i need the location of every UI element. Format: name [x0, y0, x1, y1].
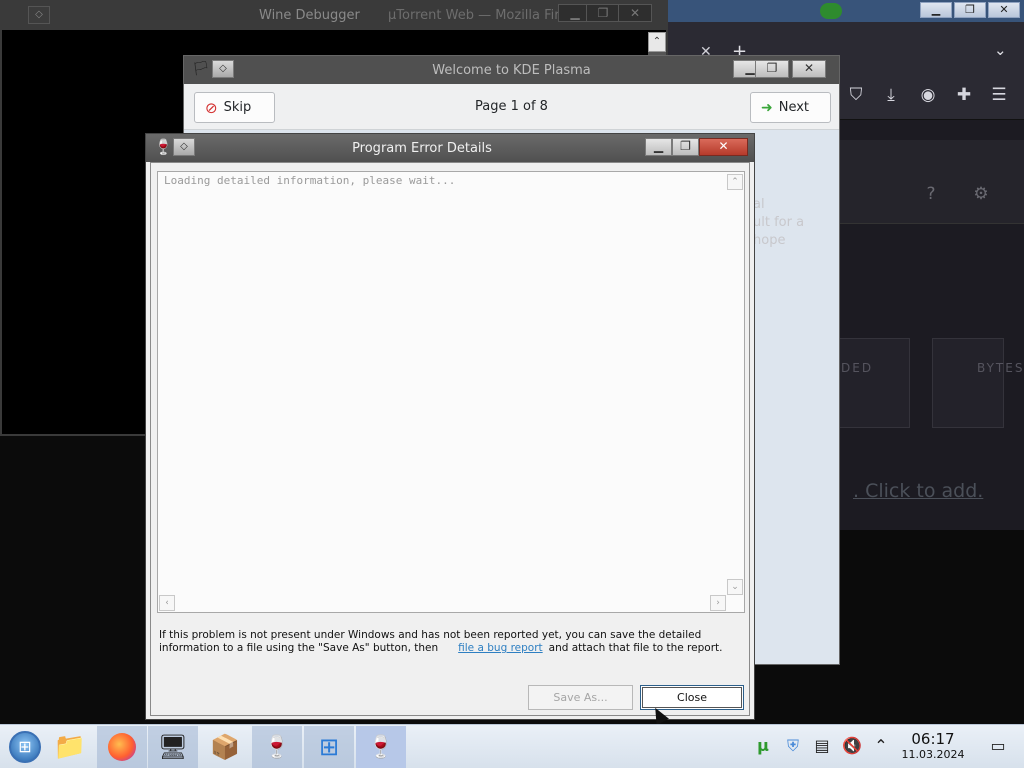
chevron-up-icon[interactable]: ⌃	[870, 735, 892, 757]
page-indicator: Page 1 of 8	[475, 99, 548, 114]
next-label: Next	[778, 100, 810, 115]
taskbar-package[interactable]: 📦	[200, 726, 250, 768]
pocket-icon[interactable]: ⛉	[845, 85, 867, 105]
close-button[interactable]: ✕	[699, 138, 748, 156]
error-details-textarea[interactable]: Loading detailed information, please wai…	[157, 171, 745, 613]
utorrent-logo	[820, 3, 842, 19]
error-dialog-title: Program Error Details	[352, 141, 492, 156]
close-button[interactable]: ✕	[988, 2, 1020, 18]
utorrent-tray-icon[interactable]: µ	[752, 735, 774, 757]
account-icon[interactable]: ◉	[917, 85, 939, 105]
start-button[interactable]: ⊞	[0, 726, 50, 768]
network-tray-icon[interactable]: ⛨	[782, 735, 804, 757]
clock-time: 06:17	[911, 730, 955, 748]
taskbar-windows-app[interactable]: ⊞	[304, 726, 354, 768]
windows-flag-icon: ⊞	[318, 733, 340, 761]
firefox-titlebar: ▁ ❐ ✕	[640, 0, 1024, 22]
kde-welcome-toolbar: ⊘ Skip Page 1 of 8 ➜ Next	[184, 84, 839, 130]
wine-debugger-title: Wine Debugger	[259, 8, 360, 23]
scroll-right-icon[interactable]: ›	[710, 595, 726, 611]
welcome-text-fragment: hope	[753, 233, 786, 248]
info-line-2-start: information to a file using the "Save As…	[159, 642, 439, 654]
maximize-button[interactable]: ❐	[755, 60, 789, 78]
save-as-button[interactable]: Save As...	[528, 685, 633, 710]
stat-card: DED	[838, 338, 910, 428]
clock[interactable]: 06:17 11.03.2024	[893, 731, 973, 762]
maximize-button[interactable]: ❐	[586, 4, 620, 22]
maximize-button[interactable]: ❐	[672, 138, 699, 156]
maximize-button[interactable]: ❐	[954, 2, 986, 18]
show-desktop-icon[interactable]: ▭	[987, 735, 1009, 757]
scroll-down-icon[interactable]: ⌄	[727, 579, 743, 595]
folder-icon: 📁	[53, 732, 87, 762]
loading-text: Loading detailed information, please wai…	[164, 174, 456, 187]
help-icon[interactable]: ?	[920, 184, 942, 204]
chevron-down-icon[interactable]: ⌄	[994, 41, 1007, 59]
close-button[interactable]: ✕	[792, 60, 826, 78]
error-info-text: If this problem is not present under Win…	[159, 629, 739, 655]
wine-glass-icon: 🍷	[263, 734, 291, 760]
error-dialog-titlebar: 🍷 ◇ Program Error Details ▁ ❐ ✕	[146, 134, 754, 162]
stat-card: BYTES	[932, 338, 1022, 428]
monitor-icon: 🖥	[157, 733, 189, 761]
minimize-button[interactable]: ▁	[920, 2, 952, 18]
error-dialog-content: Loading detailed information, please wai…	[150, 162, 750, 716]
menu-icon[interactable]: ☰	[988, 85, 1010, 105]
taskbar-wine-2[interactable]: 🍷	[356, 726, 406, 768]
download-icon[interactable]: ⤓	[880, 85, 902, 105]
taskbar: ⊞ 📁 🖥 📦 🍷 ⊞ 🍷 µ ⛨ ▤ 🔇 ⌃ 06:17 11.03.2024…	[0, 724, 1024, 768]
kde-welcome-titlebar: 🏳 ◇ Welcome to KDE Plasma ▁ ❐ ✕	[184, 56, 839, 84]
volume-muted-icon[interactable]: 🔇	[841, 735, 863, 757]
clipboard-tray-icon[interactable]: ▤	[811, 735, 833, 757]
windows-logo-icon: ⊞	[9, 731, 41, 763]
package-icon: 📦	[210, 733, 240, 761]
welcome-text-fragment: ult for a	[753, 215, 805, 230]
info-line-2: information to a file using the "Save As…	[159, 642, 739, 655]
bug-report-link[interactable]: file a bug report	[458, 642, 543, 654]
minimize-button[interactable]: ▁	[645, 138, 672, 156]
stat-card-label: BYTES	[977, 361, 1024, 375]
stat-card-label: DED	[841, 361, 874, 375]
taskbar-file-manager[interactable]: 📁	[45, 726, 95, 768]
click-to-add-link[interactable]: . Click to add.	[853, 480, 983, 502]
program-error-dialog: 🍷 ◇ Program Error Details ▁ ❐ ✕ Loading …	[145, 133, 755, 720]
info-line-2-end: and attach that file to the report.	[548, 642, 723, 654]
taskbar-wine-1[interactable]: 🍷	[252, 726, 302, 768]
arrow-right-icon: ➜	[761, 99, 773, 116]
next-button[interactable]: ➜ Next	[750, 92, 831, 123]
taskbar-firefox[interactable]	[97, 726, 147, 768]
extensions-icon[interactable]: ✚	[953, 85, 975, 105]
scroll-up-icon[interactable]: ⌃	[648, 32, 666, 52]
pin-icon[interactable]: ◇	[28, 6, 50, 24]
wine-glass-icon: 🍷	[367, 734, 395, 760]
scroll-left-icon[interactable]: ‹	[159, 595, 175, 611]
firefox-icon	[108, 733, 136, 761]
info-line-1: If this problem is not present under Win…	[159, 629, 702, 641]
close-button[interactable]: ✕	[618, 4, 652, 22]
taskbar-control-panel[interactable]: 🖥	[148, 726, 198, 768]
clock-date: 11.03.2024	[901, 748, 965, 761]
scroll-up-icon[interactable]: ⌃	[727, 174, 743, 190]
settings-icon[interactable]: ⚙	[970, 184, 992, 204]
wine-debugger-titlebar: ◇ Wine Debugger µTorrent Web — Mozilla F…	[2, 2, 666, 30]
